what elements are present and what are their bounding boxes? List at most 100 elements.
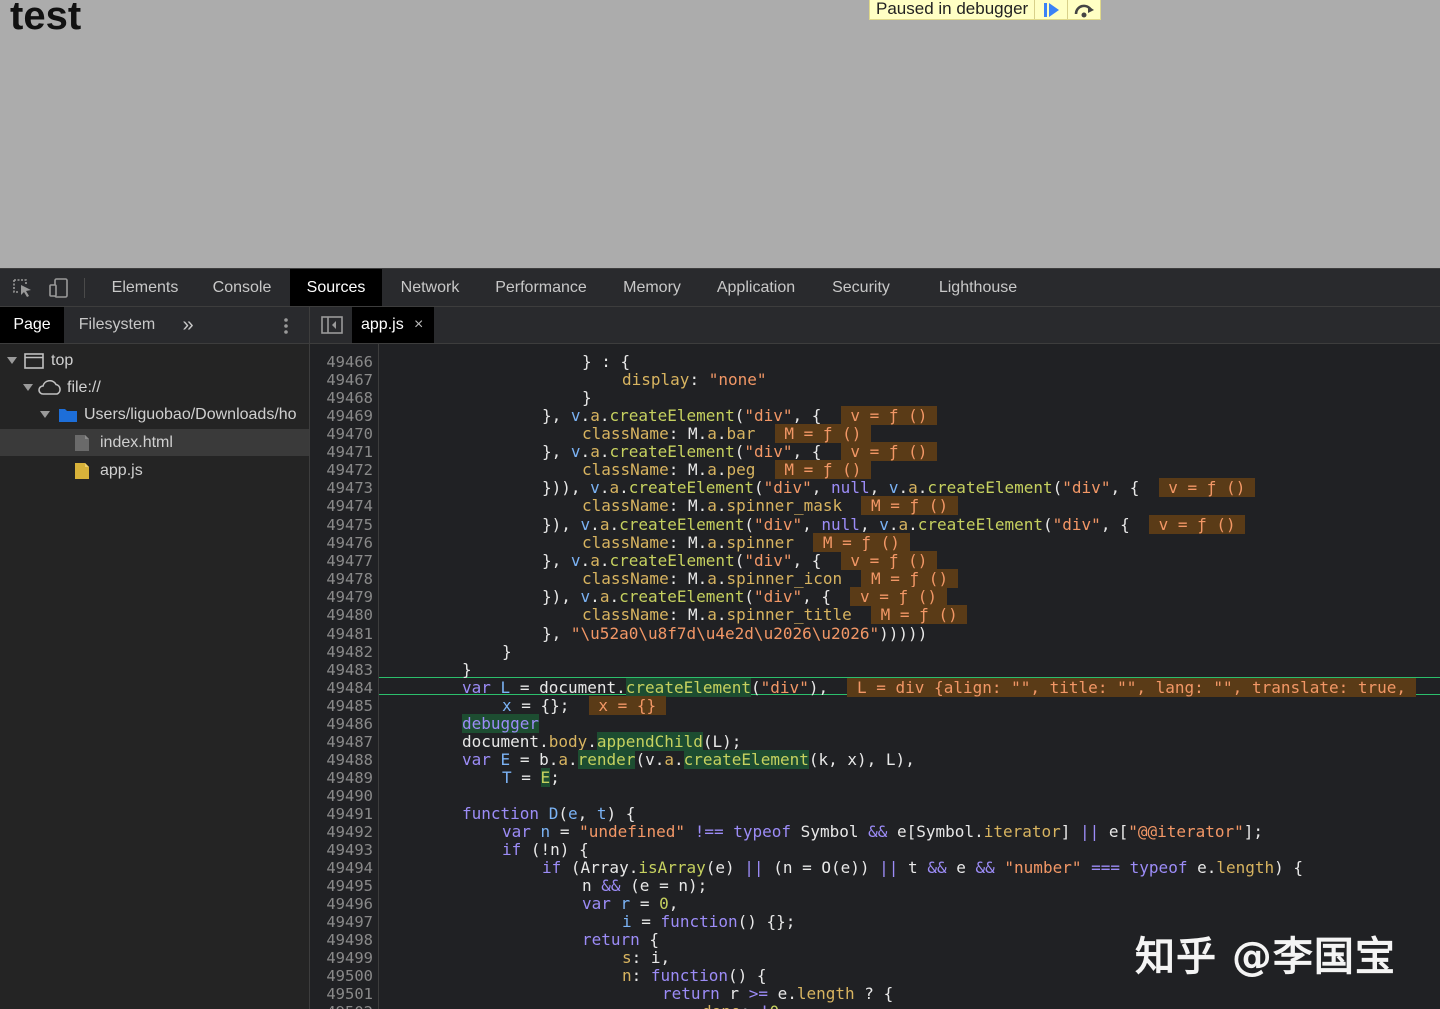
code-line: } xyxy=(582,388,592,407)
tab-filesystem[interactable]: Filesystem xyxy=(72,307,162,343)
devtools-panel: Elements Console Sources Network Perform… xyxy=(0,268,1440,1009)
more-tabs-button[interactable]: » xyxy=(176,307,200,343)
code-line: className: M.a.spinner_icon M = ƒ () xyxy=(582,569,958,588)
line-number[interactable]: 49471 xyxy=(310,443,373,461)
line-number[interactable]: 49486 xyxy=(310,715,373,733)
code-line: } : { xyxy=(582,352,631,371)
page-title: test xyxy=(10,0,82,38)
tree-item-file[interactable]: file:// xyxy=(0,374,309,401)
code-line: className: M.a.spinner M = ƒ () xyxy=(582,533,910,552)
line-number[interactable]: 49472 xyxy=(310,461,373,479)
tab-sources[interactable]: Sources xyxy=(290,269,382,306)
expand-triangle-icon xyxy=(40,411,50,418)
code-line: }, "\u52a0\u8f7d\u4e2d\u2026\u2026"))))) xyxy=(542,624,928,643)
code-line: }), v.a.createElement("div", { v = ƒ () xyxy=(542,587,947,606)
line-number[interactable]: 49478 xyxy=(310,570,373,588)
resume-button[interactable] xyxy=(1034,0,1067,19)
line-number[interactable]: 49466 xyxy=(310,353,373,371)
tree-label: index.html xyxy=(100,434,173,451)
tab-elements[interactable]: Elements xyxy=(100,269,190,306)
line-number[interactable]: 49483 xyxy=(310,661,373,679)
tree-label: top xyxy=(51,352,74,369)
code-line: var E = b.a.render(v.a.createElement(k, … xyxy=(462,750,915,769)
tab-security[interactable]: Security xyxy=(820,269,902,306)
folder-icon xyxy=(59,409,77,422)
code-line: x = {}; x = {} xyxy=(502,696,666,715)
expand-triangle-icon xyxy=(7,357,17,364)
code-line: i = function() {}; xyxy=(622,912,796,931)
line-number[interactable]: 49494 xyxy=(310,859,373,877)
resume-icon xyxy=(1044,2,1060,17)
code-line: }), v.a.createElement("div", null, v.a.c… xyxy=(542,515,1246,534)
tree-item-app-js[interactable]: app.js xyxy=(0,457,309,484)
code-line: var n = "undefined" !== typeof Symbol &&… xyxy=(502,822,1264,841)
code-view[interactable]: } : { display: "none" } }, v.a.createEle… xyxy=(379,344,1440,1009)
paused-banner-text: Paused in debugger xyxy=(876,0,1029,18)
line-number[interactable]: 49499 xyxy=(310,949,373,967)
line-number-gutter[interactable]: 49466 49467 49468 49469 49470 49471 4947… xyxy=(310,344,379,1009)
code-line: T = E; xyxy=(502,768,560,787)
line-number[interactable]: 49490 xyxy=(310,787,373,805)
line-number[interactable]: 49474 xyxy=(310,497,373,515)
tab-lighthouse[interactable]: Lighthouse xyxy=(928,269,1028,306)
tab-memory[interactable]: Memory xyxy=(612,269,692,306)
line-number[interactable]: 49477 xyxy=(310,552,373,570)
tree-item-index-html[interactable]: index.html xyxy=(0,429,309,456)
code-line: }, v.a.createElement("div", { v = ƒ () xyxy=(542,551,938,570)
line-number[interactable]: 49487 xyxy=(310,733,373,751)
tab-console[interactable]: Console xyxy=(200,269,284,306)
line-number[interactable]: 49481 xyxy=(310,625,373,643)
line-number[interactable]: 49492 xyxy=(310,823,373,841)
line-number[interactable]: 49469 xyxy=(310,407,373,425)
device-toolbar-icon[interactable] xyxy=(48,278,70,298)
line-number[interactable]: 49485 xyxy=(310,697,373,715)
line-number[interactable]: 49498 xyxy=(310,931,373,949)
line-number[interactable]: 49480 xyxy=(310,606,373,624)
code-line: className: M.a.bar M = ƒ () xyxy=(582,424,872,443)
line-number[interactable]: 49482 xyxy=(310,643,373,661)
navigator-menu-icon[interactable] xyxy=(280,316,292,341)
line-number[interactable]: 49495 xyxy=(310,877,373,895)
line-number[interactable]: 49468 xyxy=(310,389,373,407)
code-line: done: !0 xyxy=(702,1003,779,1009)
cloud-icon xyxy=(38,380,61,395)
open-file-label: app.js xyxy=(361,316,404,333)
step-over-button[interactable] xyxy=(1067,0,1100,19)
line-number[interactable]: 49497 xyxy=(310,913,373,931)
tab-application[interactable]: Application xyxy=(706,269,806,306)
line-number[interactable]: 49473 xyxy=(310,479,373,497)
toolbar-divider xyxy=(84,278,85,298)
tab-page[interactable]: Page xyxy=(0,307,64,343)
line-number[interactable]: 49491 xyxy=(310,805,373,823)
line-number[interactable]: 49500 xyxy=(310,967,373,985)
code-line: if (!n) { xyxy=(502,840,589,859)
line-number[interactable]: 49489 xyxy=(310,769,373,787)
toggle-navigator-icon[interactable] xyxy=(321,315,343,340)
line-number[interactable]: 49502 xyxy=(310,1003,373,1009)
line-number[interactable]: 49484 xyxy=(310,679,373,697)
code-line: className: M.a.spinner_mask M = ƒ () xyxy=(582,496,958,515)
line-number[interactable]: 49475 xyxy=(310,516,373,534)
tab-performance[interactable]: Performance xyxy=(484,269,598,306)
code-line: }, v.a.createElement("div", { v = ƒ () xyxy=(542,442,938,461)
tree-item-top[interactable]: top xyxy=(0,347,309,374)
tab-network[interactable]: Network xyxy=(388,269,472,306)
line-number[interactable]: 49496 xyxy=(310,895,373,913)
line-number[interactable]: 49493 xyxy=(310,841,373,859)
code-line: } xyxy=(462,660,472,679)
close-tab-icon[interactable]: × xyxy=(414,307,423,343)
line-number[interactable]: 49501 xyxy=(310,985,373,1003)
tree-item-folder[interactable]: Users/liguobao/Downloads/ho xyxy=(0,401,309,428)
frame-icon xyxy=(24,353,44,369)
line-number[interactable]: 49470 xyxy=(310,425,373,443)
code-line: return r >= e.length ? { xyxy=(662,984,894,1003)
inspect-element-icon[interactable] xyxy=(12,278,34,298)
line-number[interactable]: 49476 xyxy=(310,534,373,552)
line-number[interactable]: 49479 xyxy=(310,588,373,606)
file-icon xyxy=(75,435,89,451)
source-editor: app.js × 49466 49467 49468 49469 49470 4… xyxy=(310,307,1440,1009)
line-number[interactable]: 49467 xyxy=(310,371,373,389)
tab-app-js[interactable]: app.js × xyxy=(352,307,434,343)
line-number[interactable]: 49488 xyxy=(310,751,373,769)
code-line: })), v.a.createElement("div", null, v.a.… xyxy=(542,478,1255,497)
